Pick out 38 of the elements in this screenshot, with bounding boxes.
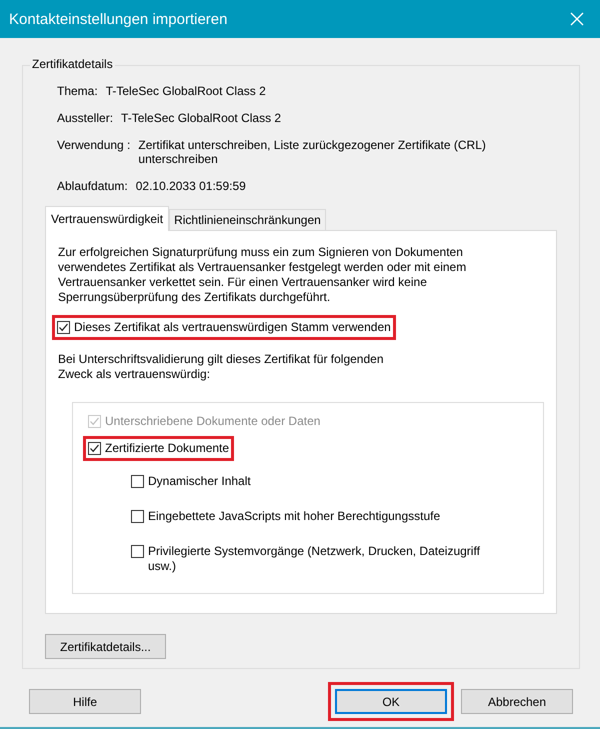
field-label: Aussteller: [57, 111, 114, 125]
checkbox[interactable] [131, 545, 144, 558]
checkbox-label: Dieses Zertifikat als vertrauenswürdigen Stamm verwenden [74, 320, 391, 335]
checkbox-label: Eingebettete JavaScripts mit hoher Berechtigungsstufe [148, 509, 440, 524]
checkmark-icon [58, 322, 69, 333]
help-button[interactable]: Hilfe [29, 689, 141, 714]
checkbox-option[interactable]: Dynamischer Inhalt [126, 469, 256, 494]
highlighted-checkbox[interactable]: Zertifizierte Dokumente [83, 436, 234, 461]
field-label: Thema: [57, 84, 98, 98]
ok-button[interactable]: OK [335, 689, 447, 714]
window-title: Kontakteinstellungen importieren [9, 10, 228, 28]
checkbox-label: Zertifizierte Dokumente [105, 441, 230, 456]
checkbox-label: Unterschriebene Dokumente oder Daten [105, 414, 320, 429]
field-value: T-TeleSec GlobalRoot Class 2 [121, 111, 282, 125]
checkbox[interactable] [131, 475, 144, 488]
checkbox-option[interactable]: Privilegierte Systemvorgänge (Netzwerk, Drucken, Dateizugriff usw.) [126, 539, 503, 579]
close-icon [570, 12, 584, 26]
checkbox[interactable] [57, 321, 70, 334]
tab[interactable]: Vertrauenswürdigkeit [45, 206, 170, 231]
certificate-details-button[interactable]: Zertifikatdetails... [45, 634, 166, 659]
cancel-button[interactable]: Abbrechen [461, 689, 573, 714]
group-legend: Zertifikatdetails [30, 57, 115, 71]
checkbox-option[interactable]: Eingebettete JavaScripts mit hoher Berechtigungsstufe [126, 504, 446, 529]
field-label: Ablaufdatum: [57, 179, 128, 193]
checkmark-icon [89, 416, 100, 427]
checkbox[interactable] [88, 442, 101, 455]
field-value: Zertifikat unterschreiben, Liste zurückgezogener Zertifikate (CRL) unterschreiben [138, 138, 487, 166]
highlighted-checkbox[interactable]: Dieses Zertifikat als vertrauenswürdigen Stamm verwenden [52, 315, 396, 340]
field-label: Verwendung : [57, 138, 130, 154]
tab[interactable]: Richtlinieneinschränkungen [169, 209, 326, 230]
description-text: Zur erfolgreichen Signaturprüfung muss ein zum Signieren von Dokumenten verwendetes Zertifikat als Vertrauensanker festgelegt werden oder mit einem Vertrauensanker verkettet sein. Für einen Vertrauensanker wird keine Sperrungsüberprüfung des Zertifikats durchgeführt. [58, 245, 468, 305]
checkbox-label: Dynamischer Inhalt [148, 474, 251, 489]
field-value: 02.10.2033 01:59:59 [136, 179, 246, 193]
checkbox[interactable] [131, 510, 144, 523]
checkbox-label: Privilegierte Systemvorgänge (Netzwerk, Drucken, Dateizugriff usw.) [148, 544, 481, 574]
checkmark-icon [89, 443, 100, 454]
field-value: T-TeleSec GlobalRoot Class 2 [106, 84, 266, 98]
purpose-text: Bei Unterschriftsvalidierung gilt dieses Zertifikat für folgenden Zweck als vertrauenswürdig: [58, 352, 384, 382]
